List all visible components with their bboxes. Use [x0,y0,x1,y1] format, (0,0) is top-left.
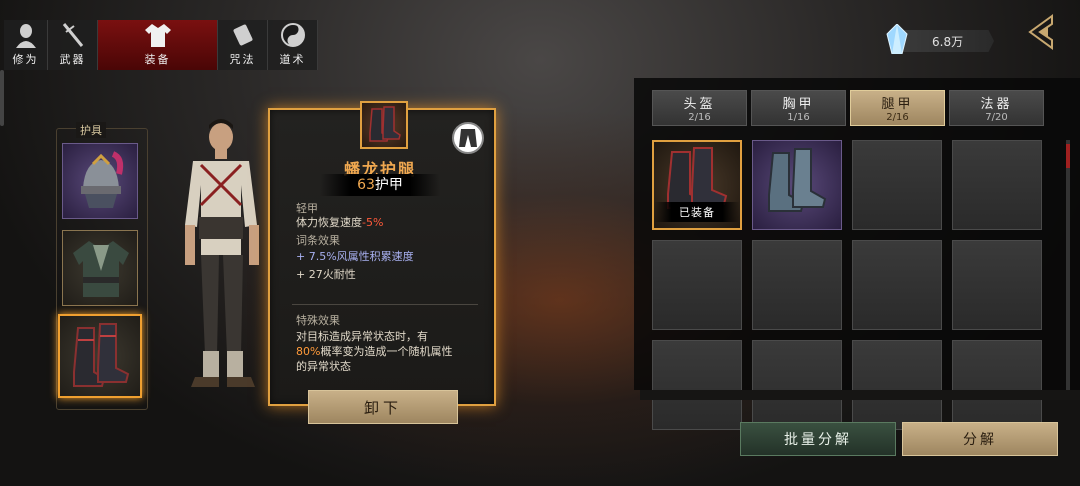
category-name: 法器 [980,97,1013,112]
decompose-button[interactable]: 分解 [902,422,1058,456]
side-drawer-handle[interactable] [0,70,4,126]
inventory-slot-empty[interactable] [852,140,942,230]
armor-value: 63 [357,177,375,193]
inventory-slot-empty[interactable] [852,340,942,430]
inventory-slot-empty[interactable] [752,240,842,330]
inventory-slot-empty[interactable] [952,340,1042,430]
item-base-stat: 体力恢复速度-5% [296,214,383,230]
base-stat-value: -5% [362,216,384,229]
base-stat-label: 体力恢复速度 [296,216,362,229]
tab-spell[interactable]: 咒法 [218,20,268,70]
crystal-icon [886,23,908,58]
category-tab-helmet[interactable]: 头盔 2/16 [652,90,747,126]
affix-line: + 7.5%风属性积累速度 [296,250,414,263]
special-line: 的异常状态 [296,360,351,373]
category-count: 1/16 [787,112,810,123]
boots-icon [369,106,401,142]
currency-value: 6.8万 [902,30,994,52]
category-tab-artifact[interactable]: 法器 7/20 [949,90,1044,126]
back-button[interactable] [1022,12,1062,52]
tab-label: 修为 [12,53,39,66]
equip-slot-legs[interactable] [58,314,142,398]
inventory-grid: 已装备 [652,140,1042,430]
tab-taoism[interactable]: 道术 [268,20,318,70]
equipped-tag: 已装备 [654,202,740,222]
armor-label: 护甲 [374,177,403,193]
inventory-clip [640,390,1080,400]
affix-title: 词条效果 [296,234,340,247]
category-count: 7/20 [985,112,1008,123]
boots-icon [73,323,130,387]
equip-slot-chest[interactable] [62,230,138,306]
inventory-slot-equipped[interactable]: 已装备 [652,140,742,230]
batch-decompose-button[interactable]: 批量分解 [740,422,896,456]
helmet-icon [81,151,124,208]
category-tab-chest[interactable]: 胸甲 1/16 [751,90,846,126]
inventory-slot-empty[interactable] [852,240,942,330]
tab-label: 道术 [279,53,306,66]
equip-slot-title: 护具 [76,122,106,138]
back-arrow-icon [1028,14,1053,50]
category-name: 头盔 [683,97,716,112]
boots-icon [768,148,827,212]
category-name: 胸甲 [782,97,815,112]
card-divider [292,304,478,305]
light-armor-badge[interactable] [452,122,484,154]
top-tab-bar: 修为 武器 装备 咒法 道术 [4,20,318,70]
inventory-slot-empty[interactable] [952,140,1042,230]
character-figure [185,119,259,387]
special-percent: 80% [296,345,321,358]
item-preview [360,101,408,149]
inventory-slot-empty[interactable] [652,240,742,330]
chest-armor-icon [73,241,129,297]
unequip-button[interactable]: 卸下 [308,390,458,424]
cultivation-head-icon [12,21,40,49]
inventory-slot-item[interactable] [752,140,842,230]
category-count: 2/16 [886,112,909,123]
scroll-icon [229,21,257,49]
category-tab-legs[interactable]: 腿甲 2/16 [850,90,945,126]
currency-display: 6.8万 [886,23,994,58]
category-count: 2/16 [688,112,711,123]
item-armor: 63护甲 [320,174,440,196]
robe-icon [144,21,172,49]
tab-cultivation[interactable]: 修为 [4,20,48,70]
special-line: 80%概率变为造成一个随机属性 [296,343,452,359]
tab-label: 装备 [144,53,171,66]
pants-icon [459,129,477,147]
taiji-icon [279,21,307,49]
tab-label: 武器 [59,53,86,66]
scrollbar-thumb[interactable] [1066,144,1070,168]
character-model[interactable] [165,115,285,415]
special-line-rest: 概率变为造成一个随机属性 [320,345,453,358]
tab-weapon[interactable]: 武器 [48,20,98,70]
tab-equipment[interactable]: 装备 [98,20,218,70]
affix-line: + 27火耐性 [296,268,356,281]
inventory-slot-empty[interactable] [652,340,742,430]
inventory-slot-empty[interactable] [752,340,842,430]
inventory-scrollbar[interactable] [1066,140,1070,390]
inventory-slot-empty[interactable] [952,240,1042,330]
category-name: 腿甲 [881,97,914,112]
special-title: 特殊效果 [296,314,340,327]
special-line: 对目标造成异常状态时，有 [296,330,428,343]
sword-icon [59,21,87,49]
tab-label: 咒法 [229,53,256,66]
equip-slot-helmet[interactable] [62,143,138,219]
category-tabs: 头盔 2/16 胸甲 1/16 腿甲 2/16 法器 7/20 [652,90,1044,126]
